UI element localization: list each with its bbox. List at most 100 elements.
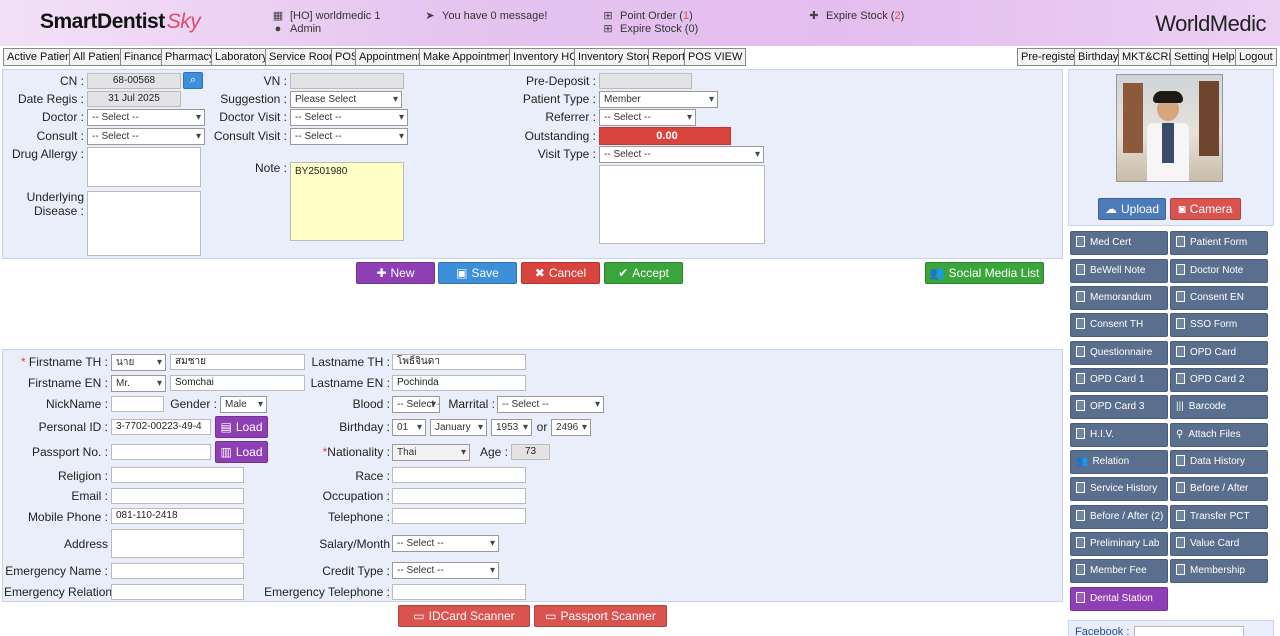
- visit-type-select[interactable]: -- Select --: [599, 146, 764, 163]
- load-id-button[interactable]: ▤ Load: [215, 416, 268, 438]
- message-link[interactable]: ➤ You have 0 message!: [424, 10, 547, 22]
- opd-card-1-button[interactable]: OPD Card 1: [1070, 368, 1168, 392]
- camera-button[interactable]: ◙ Camera: [1170, 198, 1241, 220]
- lastname-en-field[interactable]: Pochinda: [392, 375, 526, 391]
- save-button[interactable]: ▣ Save: [438, 262, 517, 284]
- menu-setting[interactable]: Setting: [1170, 48, 1213, 66]
- branch-info[interactable]: ▦ [HO] worldmedic 1: [272, 10, 381, 22]
- menu-inventory-store[interactable]: Inventory Store: [574, 48, 657, 66]
- menu-birthday[interactable]: Birthday: [1074, 48, 1123, 66]
- doctor-note-button[interactable]: Doctor Note: [1170, 259, 1268, 283]
- load-passport-button[interactable]: ▥ Load: [215, 441, 268, 463]
- doctor-select[interactable]: -- Select --: [87, 109, 205, 126]
- menu-inventory-ho[interactable]: Inventory HO: [509, 48, 582, 66]
- consult-visit-select[interactable]: -- Select --: [290, 128, 408, 145]
- drug-allergy-field[interactable]: [87, 147, 201, 187]
- passport-scanner-button[interactable]: ▭ Passport Scanner: [534, 605, 667, 627]
- firstname-th-field[interactable]: สมชาย: [170, 354, 305, 370]
- occupation-field[interactable]: [392, 488, 526, 504]
- credit-type-select[interactable]: -- Select --: [392, 562, 499, 579]
- membership-button[interactable]: Membership: [1170, 559, 1268, 583]
- patient-form-button[interactable]: Patient Form: [1170, 231, 1268, 255]
- preliminary-lab-button[interactable]: Preliminary Lab: [1070, 532, 1168, 556]
- menu-make-appointment[interactable]: Make Appointment: [419, 48, 519, 66]
- bewell-note-button[interactable]: BeWell Note: [1070, 259, 1168, 283]
- social-media-list-button[interactable]: 👥 Social Media List: [925, 262, 1044, 284]
- barcode-button[interactable]: ||| Barcode: [1170, 395, 1268, 419]
- nickname-field[interactable]: [111, 396, 164, 412]
- facebook-field[interactable]: [1134, 626, 1244, 636]
- emergency-relation-field[interactable]: [111, 584, 244, 600]
- menu-pre-register[interactable]: Pre-register: [1017, 48, 1083, 66]
- referrer-select[interactable]: -- Select --: [599, 109, 696, 126]
- mobile-phone-field[interactable]: 081-110-2418: [111, 508, 244, 524]
- note-field[interactable]: BY2501980: [290, 162, 404, 241]
- user-info[interactable]: ● Admin: [272, 23, 322, 35]
- app-logo[interactable]: SmartDentistSky: [40, 10, 201, 34]
- nationality-select[interactable]: Thai: [392, 444, 470, 461]
- race-field[interactable]: [392, 467, 526, 483]
- expire-stock-link-2[interactable]: ✚ Expire Stock (2): [808, 10, 904, 22]
- marrital-select[interactable]: -- Select --: [497, 396, 604, 413]
- title-th-select[interactable]: นาย: [111, 354, 166, 371]
- emergency-name-field[interactable]: [111, 563, 244, 579]
- sso-form-button[interactable]: SSO Form: [1170, 313, 1268, 337]
- lastname-th-field[interactable]: โพธิ์จินดา: [392, 354, 526, 370]
- before-after-2-button[interactable]: Before / After (2): [1070, 505, 1168, 529]
- passport-field[interactable]: [111, 444, 211, 460]
- upload-button[interactable]: ☁ Upload: [1098, 198, 1166, 220]
- predeposit-field[interactable]: [599, 73, 692, 89]
- accept-button[interactable]: ✔ Accept: [604, 262, 683, 284]
- search-cn-button[interactable]: ⌕: [183, 72, 203, 89]
- date-regis-field[interactable]: 31 Jul 2025: [87, 91, 181, 107]
- menu-report[interactable]: Report: [648, 48, 690, 66]
- menu-pos-view[interactable]: POS VIEW: [684, 48, 747, 66]
- menu-appointment[interactable]: Appointment: [355, 48, 425, 66]
- suggestion-select[interactable]: Please Select: [290, 91, 402, 108]
- opd-card-2-button[interactable]: OPD Card 2: [1170, 368, 1268, 392]
- consent-th-button[interactable]: Consent TH: [1070, 313, 1168, 337]
- doctor-visit-select[interactable]: -- Select --: [290, 109, 408, 126]
- data-history-button[interactable]: Data History: [1170, 450, 1268, 474]
- memorandum-button[interactable]: Memorandum: [1070, 286, 1168, 310]
- consult-select[interactable]: -- Select --: [87, 128, 205, 145]
- med-cert-button[interactable]: Med Cert: [1070, 231, 1168, 255]
- hiv-button[interactable]: H.I.V.: [1070, 423, 1168, 447]
- dental-station-button[interactable]: Dental Station: [1070, 587, 1168, 611]
- telephone-field[interactable]: [392, 508, 526, 524]
- gender-select[interactable]: Male: [220, 396, 267, 413]
- menu-pharmacy[interactable]: Pharmacy: [161, 48, 219, 66]
- firstname-en-field[interactable]: Somchai: [170, 375, 305, 391]
- menu-active-patient[interactable]: Active Patient: [3, 48, 79, 66]
- birthday-month-select[interactable]: January: [430, 419, 487, 436]
- personal-id-field[interactable]: 3-7702-00223-49-4: [111, 419, 211, 435]
- blood-select[interactable]: -- Select --: [392, 396, 440, 413]
- birthday-day-select[interactable]: 01: [392, 419, 426, 436]
- before-after-button[interactable]: Before / After: [1170, 477, 1268, 501]
- menu-all-patient[interactable]: All Patient: [69, 48, 127, 66]
- address-field[interactable]: [111, 529, 244, 558]
- emergency-telephone-field[interactable]: [392, 584, 526, 600]
- menu-laboratory[interactable]: Laboratory: [211, 48, 272, 66]
- attach-files-button[interactable]: ⚲ Attach Files: [1170, 423, 1268, 447]
- title-en-select[interactable]: Mr.: [111, 375, 166, 392]
- religion-field[interactable]: [111, 467, 244, 483]
- patient-type-select[interactable]: Member: [599, 91, 718, 108]
- point-order-link[interactable]: ⊞ Point Order (1): [602, 10, 692, 22]
- opd-card-3-button[interactable]: OPD Card 3: [1070, 395, 1168, 419]
- underlying-disease-field[interactable]: [87, 191, 201, 256]
- visit-type-detail-field[interactable]: [599, 165, 765, 244]
- service-history-button[interactable]: Service History: [1070, 477, 1168, 501]
- transfer-pct-button[interactable]: Transfer PCT: [1170, 505, 1268, 529]
- vn-field[interactable]: [290, 73, 404, 89]
- menu-logout[interactable]: Logout: [1235, 48, 1277, 66]
- birthday-year-select[interactable]: 1953: [491, 419, 532, 436]
- birthday-be-select[interactable]: 2496: [551, 419, 591, 436]
- email-field[interactable]: [111, 488, 244, 504]
- consent-en-button[interactable]: Consent EN: [1170, 286, 1268, 310]
- cn-field[interactable]: 68-00568: [87, 73, 181, 89]
- salary-select[interactable]: -- Select --: [392, 535, 499, 552]
- expire-stock-link[interactable]: ⊞ Expire Stock (0): [602, 23, 698, 35]
- new-button[interactable]: ✚ New: [356, 262, 435, 284]
- value-card-button[interactable]: Value Card: [1170, 532, 1268, 556]
